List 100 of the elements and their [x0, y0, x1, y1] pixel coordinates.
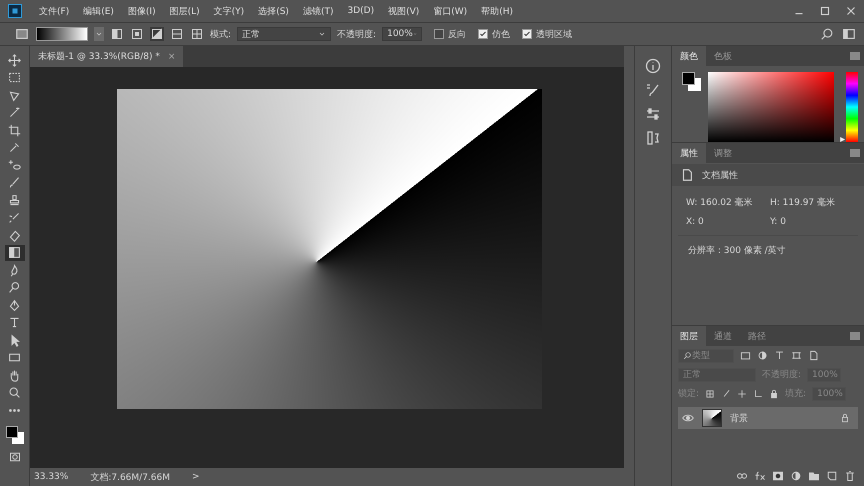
- mode-select[interactable]: 正常: [237, 27, 332, 41]
- property-value: X: 0: [686, 217, 705, 227]
- panel-tab[interactable]: 通道: [706, 326, 740, 346]
- panel-tab[interactable]: 图层: [672, 326, 706, 346]
- menu-item[interactable]: 帮助(H): [474, 4, 520, 18]
- checkbox[interactable]: [434, 29, 444, 39]
- color-field[interactable]: [708, 72, 834, 142]
- document-filter-icon[interactable]: [808, 350, 819, 361]
- gradient-type-button[interactable]: [170, 27, 184, 41]
- lasso-icon: [8, 88, 21, 102]
- rectangle-icon: [8, 351, 21, 364]
- workspace-icon[interactable]: [842, 27, 856, 41]
- resolution-text: 分辨率 : 300 像素 /英寸: [678, 235, 858, 265]
- menu-item[interactable]: 窗口(W): [426, 4, 474, 18]
- transform-filter-icon[interactable]: [791, 350, 802, 361]
- hue-slider[interactable]: [840, 72, 858, 142]
- gradient-preview[interactable]: [36, 27, 88, 41]
- gradient-tool-icon[interactable]: [14, 27, 30, 41]
- eye-icon[interactable]: [682, 412, 694, 424]
- checkbox[interactable]: [522, 29, 532, 39]
- checkbox-label: 透明区域: [536, 28, 572, 40]
- fx-icon[interactable]: [754, 470, 766, 482]
- bandage-icon: [8, 158, 21, 172]
- folder-icon[interactable]: [808, 470, 820, 482]
- caret-icon: [95, 30, 103, 38]
- layer-thumbnail: [702, 409, 722, 427]
- gradient-icon: [8, 246, 21, 260]
- move-lock-icon[interactable]: [737, 388, 748, 398]
- panel-tab[interactable]: 属性: [672, 143, 706, 163]
- quick-mask-icon[interactable]: [8, 450, 22, 462]
- layer-name: 背景: [730, 412, 749, 424]
- menu-item[interactable]: 3D(D): [340, 6, 382, 16]
- reflected-gradient-icon: [171, 28, 183, 40]
- checkbox-label: 仿色: [492, 28, 510, 40]
- close-button[interactable]: ×: [168, 52, 176, 62]
- checkbox[interactable]: [478, 29, 488, 39]
- check-icon: [479, 30, 488, 38]
- layer-row[interactable]: 背景: [678, 407, 858, 429]
- radial-gradient-icon: [131, 28, 143, 40]
- check-icon: [523, 30, 532, 38]
- property-value: H: 119.97 毫米: [770, 196, 836, 209]
- slider-thumb[interactable]: [840, 137, 846, 142]
- color-swatches[interactable]: [682, 72, 702, 92]
- type-icon: [8, 316, 21, 330]
- angle-gradient-icon: [151, 28, 163, 40]
- panel-tab[interactable]: 色板: [706, 46, 740, 66]
- half-circle-filter-icon[interactable]: [757, 350, 768, 361]
- type-filter-icon[interactable]: [774, 350, 785, 361]
- crop-icon: [8, 124, 21, 137]
- marquee-icon: [8, 71, 21, 84]
- gradient-type-button[interactable]: [110, 27, 124, 41]
- document-size: 文档:7.66M/7.66M: [90, 472, 170, 484]
- stamp-icon: [8, 194, 21, 207]
- menu-item[interactable]: 编辑(E): [76, 4, 121, 18]
- gradient-type-button[interactable]: [150, 27, 164, 41]
- tool-button[interactable]: [4, 244, 24, 261]
- panel-tab[interactable]: 路径: [740, 326, 774, 346]
- half-circle-icon[interactable]: [790, 470, 802, 482]
- panel-tab[interactable]: 调整: [706, 143, 740, 163]
- info-icon[interactable]: [645, 58, 661, 74]
- opacity-field[interactable]: 100%: [382, 27, 422, 41]
- property-value: Y: 0: [770, 217, 787, 227]
- brush-settings-icon[interactable]: [645, 82, 661, 98]
- gradient-type-button[interactable]: [190, 27, 204, 41]
- expand-button[interactable]: >: [192, 472, 200, 482]
- wand-icon: [8, 106, 21, 120]
- mode-label: 模式:: [210, 28, 232, 40]
- sliders-icon[interactable]: [645, 106, 661, 122]
- ps-square-icon: [11, 7, 19, 15]
- section-heading: 文档属性: [702, 170, 738, 182]
- mask-icon[interactable]: [772, 470, 784, 482]
- menu-item[interactable]: 文件(F): [32, 4, 76, 18]
- search-icon[interactable]: [820, 27, 834, 41]
- menu-item[interactable]: 视图(V): [381, 4, 426, 18]
- gradient-type-button[interactable]: [130, 27, 144, 41]
- brush-icon: [8, 176, 21, 190]
- panel-tab[interactable]: 颜色: [672, 46, 706, 66]
- zoom-icon: [8, 386, 21, 400]
- eraser-icon: [8, 228, 21, 242]
- menu-item[interactable]: 选择(S): [251, 4, 296, 18]
- linear-gradient-icon: [111, 28, 123, 40]
- diamond-gradient-icon: [191, 28, 203, 40]
- property-value: W: 160.02 毫米: [686, 196, 754, 209]
- new-layer-icon[interactable]: [826, 470, 838, 482]
- menu-item[interactable]: 图层(L): [162, 4, 207, 18]
- menu-item[interactable]: 文字(Y): [206, 4, 252, 18]
- checkbox-label: 反向: [448, 28, 466, 40]
- history-icon[interactable]: [645, 130, 661, 146]
- menu-item[interactable]: 滤镜(T): [296, 4, 340, 18]
- menu-item[interactable]: 图像(I): [120, 4, 163, 18]
- brush-icon: [8, 211, 21, 224]
- eyedropper-icon: [8, 141, 21, 154]
- image-filter-icon[interactable]: [740, 350, 751, 361]
- document-tab[interactable]: 未标题-1 @ 33.3%(RGB/8) * ×: [30, 46, 184, 67]
- search-icon: [683, 351, 692, 360]
- document-icon: [680, 168, 694, 182]
- checker-lock-icon[interactable]: [705, 388, 716, 398]
- dodge-icon: [8, 281, 21, 294]
- trash-icon[interactable]: [844, 470, 856, 482]
- lock-lock-icon[interactable]: [769, 388, 780, 398]
